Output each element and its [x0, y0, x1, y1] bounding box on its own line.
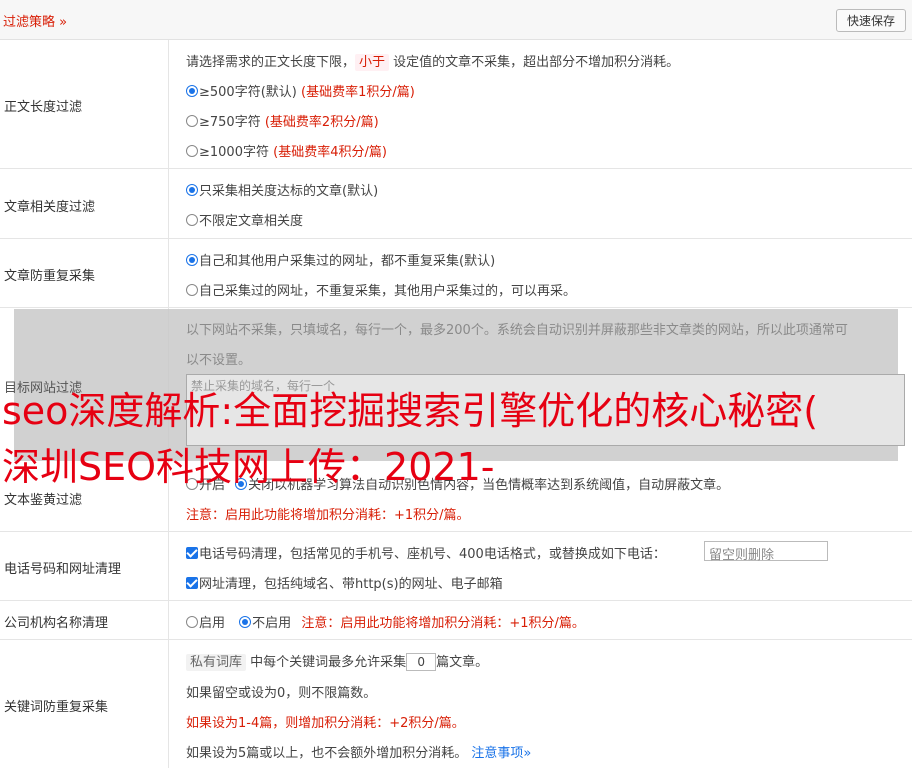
- org-on[interactable]: 启用: [199, 616, 225, 631]
- row-label-dedupe: 文章防重复采集: [4, 269, 96, 284]
- overlay-headline-1: seo深度解析:全面挖掘搜索引擎优化的核心秘密(: [2, 389, 819, 433]
- org-off[interactable]: 不启用: [252, 616, 291, 631]
- row-label-keyword: 关键词防重复采集: [4, 700, 109, 715]
- row-label-porn-filter: 文本鉴黄过滤: [4, 493, 83, 508]
- row-divider: [0, 531, 912, 532]
- checkbox-icon[interactable]: [186, 577, 198, 589]
- dedupe-option-all[interactable]: 自己和其他用户采集过的网址，都不重复采集(默认): [186, 250, 495, 269]
- relevance-option-unlimited[interactable]: 不限定文章相关度: [186, 210, 303, 229]
- page-title[interactable]: 过滤策略 »: [3, 11, 67, 30]
- radio-icon[interactable]: [186, 284, 198, 296]
- length-option-500[interactable]: ≥500字符(默认) (基础费率1积分/篇): [186, 81, 415, 100]
- filter-strategy-header: [0, 0, 912, 40]
- phone-input-placeholder: 留空则删除: [709, 548, 775, 563]
- dedupe-option-self[interactable]: 自己采集过的网址，不重复采集，其他用户采集过的，可以再采。: [186, 280, 576, 299]
- phone-clean-option[interactable]: 电话号码清理，包括常见的手机号、座机号、400电话格式，或替换成如下电话：: [186, 543, 666, 562]
- content-length-desc: 请选择需求的正文长度下限， 小于 设定值的文章不采集，超出部分不增加积分消耗。: [186, 54, 680, 71]
- target-site-desc-1: 以下网站不采集，只填域名，每行一个，最多200个。系统会自动识别并屏蔽那些非文章…: [186, 323, 848, 338]
- row-label-relevance: 文章相关度过滤: [4, 200, 96, 215]
- radio-icon[interactable]: [186, 616, 198, 628]
- keyword-line-3: 如果设为1-4篇，则增加积分消耗：+2积分/篇。: [186, 716, 465, 731]
- length-option-1000[interactable]: ≥1000字符 (基础费率4积分/篇): [186, 141, 387, 160]
- target-site-desc-2: 以不设置。: [186, 353, 252, 368]
- length-option-750[interactable]: ≥750字符 (基础费率2积分/篇): [186, 111, 379, 130]
- row-divider: [0, 238, 912, 239]
- porn-filter-note: 注意：启用此功能将增加积分消耗：+1积分/篇。: [186, 508, 470, 523]
- radio-icon[interactable]: [186, 115, 198, 127]
- row-divider: [0, 307, 912, 308]
- overlay-headline-2: 深圳SEO科技网上传：2021-: [2, 445, 495, 489]
- org-note: 注意：启用此功能将增加积分消耗：+1积分/篇。: [301, 616, 585, 631]
- checkbox-icon[interactable]: [186, 547, 198, 559]
- radio-icon[interactable]: [239, 616, 252, 628]
- row-label-org: 公司机构名称清理: [4, 616, 109, 631]
- private-lexicon-tag[interactable]: 私有词库: [186, 654, 247, 671]
- radio-icon[interactable]: [186, 184, 198, 196]
- keyword-line-4: 如果设为5篇或以上，也不会额外增加积分消耗。 注意事项»: [186, 746, 532, 761]
- notice-link[interactable]: 注意事项»: [471, 746, 531, 761]
- radio-icon[interactable]: [186, 85, 198, 97]
- radio-icon[interactable]: [186, 145, 198, 157]
- keyword-line-1: 私有词库 中每个关键词最多允许采集 0 篇文章。: [186, 651, 488, 671]
- replacement-phone-input[interactable]: 留空则删除: [704, 541, 828, 563]
- row-label-content-length: 正文长度过滤: [4, 100, 83, 115]
- radio-icon[interactable]: [186, 214, 198, 226]
- keyword-limit-input[interactable]: 0: [406, 653, 437, 671]
- less-than-tag: 小于: [355, 54, 390, 71]
- url-clean-option[interactable]: 网址清理，包括纯域名、带http(s)的网址、电子邮箱: [186, 573, 503, 592]
- relevance-option-qualified[interactable]: 只采集相关度达标的文章(默认): [186, 180, 378, 199]
- keyword-line-2: 如果留空或设为0，则不限篇数。: [186, 686, 377, 701]
- radio-icon[interactable]: [186, 254, 198, 266]
- row-divider: [0, 168, 912, 169]
- quick-save-button[interactable]: 快速保存: [836, 9, 906, 32]
- row-divider: [0, 600, 912, 601]
- row-label-phone-url: 电话号码和网址清理: [4, 562, 122, 577]
- org-options: 启用 不启用 注意：启用此功能将增加积分消耗：+1积分/篇。: [186, 612, 585, 631]
- row-divider: [0, 639, 912, 640]
